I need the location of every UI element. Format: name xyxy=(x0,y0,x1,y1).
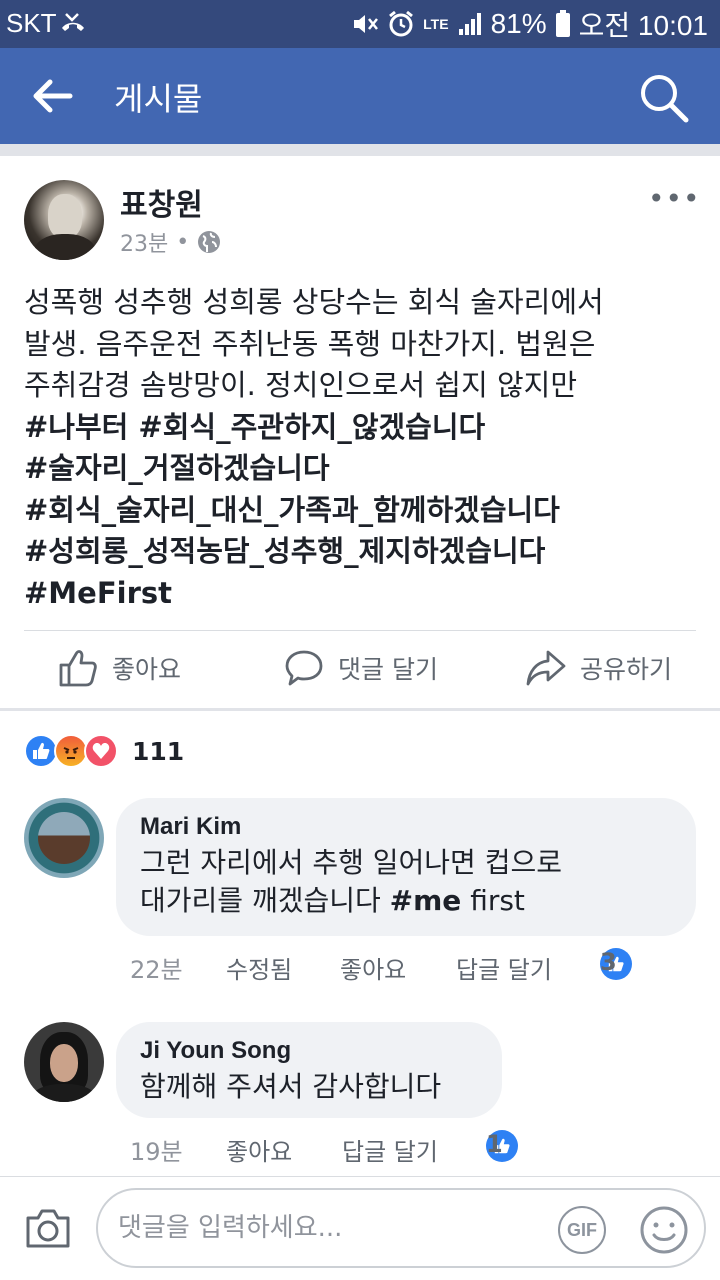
status-icons: LTE 81% 오전 10:01 xyxy=(351,6,708,42)
section-separator xyxy=(0,708,720,711)
thumbs-up-icon xyxy=(59,650,97,687)
comment-text-part: first xyxy=(461,884,525,917)
comment-bubble[interactable]: Mari Kim 그런 자리에서 추행 일어나면 컵으로 대가리를 깨겠습니다 … xyxy=(116,798,696,936)
author-name[interactable]: 표창원 xyxy=(120,180,203,224)
header-separator xyxy=(0,144,720,156)
commenter-name[interactable]: Mari Kim xyxy=(140,810,672,844)
post-meta: 23분 • xyxy=(120,226,221,258)
hashtag-line[interactable]: #술자리_거절하겠습니다 xyxy=(24,448,704,490)
divider xyxy=(24,630,696,631)
share-icon xyxy=(526,650,566,686)
composer-divider xyxy=(0,1176,720,1177)
like-label: 좋아요 xyxy=(112,655,182,684)
comment-composer[interactable]: GIF xyxy=(96,1188,706,1268)
post-text-line: 성폭행 성추행 성희롱 상당수는 회식 술자리에서 xyxy=(24,285,604,319)
reactions-summary[interactable]: 111 xyxy=(24,733,184,769)
comment-text-line: 대가리를 깨겠습니다 #me first xyxy=(140,882,672,920)
comment-text: 그런 자리에서 추행 일어나면 컵으로 xyxy=(140,846,563,879)
comment-actions: 19분 좋아요 답글 달기 1 xyxy=(130,1130,696,1167)
avatar-shoulders xyxy=(34,234,96,260)
comment-button[interactable]: 댓글 달기 xyxy=(284,648,438,688)
hashtag-line[interactable]: #나부터 #회식_주관하지_않겠습니다 xyxy=(24,407,704,449)
hashtag-line[interactable]: #MeFirst xyxy=(24,573,704,615)
comment-like-button[interactable]: 좋아요 xyxy=(226,1132,292,1167)
missed-call-icon xyxy=(62,13,84,31)
author-avatar[interactable] xyxy=(24,180,104,260)
post-time[interactable]: 23분 xyxy=(120,226,168,258)
comment-reply-button[interactable]: 답글 달기 xyxy=(342,1132,438,1167)
avatar-body xyxy=(32,1084,96,1102)
camera-icon[interactable] xyxy=(24,1206,72,1250)
app-bar: 게시물 xyxy=(0,48,720,144)
carrier-label: SKT xyxy=(6,8,57,38)
comment-time[interactable]: 22분 xyxy=(130,950,183,985)
more-options-button[interactable]: ••• xyxy=(648,182,700,215)
arrow-left-icon[interactable] xyxy=(30,76,74,116)
comment-like-button[interactable]: 좋아요 xyxy=(340,950,406,985)
post-text-line: 주취감경 솜방망이. 정치인으로서 쉽지 않지만 xyxy=(24,368,578,402)
comment-text-part: 대가리를 깨겠습니다 xyxy=(140,884,390,917)
status-bar: SKT LTE 81% 오전 10:01 xyxy=(0,0,720,48)
like-reaction-icon xyxy=(24,734,58,768)
alarm-icon xyxy=(389,10,414,37)
comment-reply-button[interactable]: 답글 달기 xyxy=(456,950,552,985)
mute-icon xyxy=(354,15,379,33)
like-count: 3 xyxy=(600,948,617,976)
comment-input[interactable] xyxy=(118,1204,538,1252)
avatar-face xyxy=(48,194,82,238)
comment-time[interactable]: 19분 xyxy=(130,1132,183,1167)
avatar-image xyxy=(38,812,90,864)
commenter-name[interactable]: Ji Youn Song xyxy=(140,1034,478,1068)
clock: 오전 10:01 xyxy=(578,10,708,41)
comment-like-count[interactable]: 1 xyxy=(486,1130,518,1162)
meta-dot: • xyxy=(176,229,190,255)
comment-bubble[interactable]: Ji Youn Song 함께해 주셔서 감사합니다 xyxy=(116,1022,502,1118)
reaction-count: 111 xyxy=(132,736,185,766)
commenter-avatar[interactable] xyxy=(24,798,104,878)
battery-icon xyxy=(555,10,570,37)
comment-actions: 22분 수정됨 좋아요 답글 달기 3 xyxy=(130,948,696,985)
avatar-face xyxy=(50,1044,78,1082)
network-type: LTE xyxy=(423,16,449,32)
signal-icon xyxy=(458,13,481,35)
edited-label[interactable]: 수정됨 xyxy=(226,950,292,985)
hashtag-line[interactable]: #성희롱_성적농담_성추행_제지하겠습니다 xyxy=(24,531,704,573)
page-title: 게시물 xyxy=(114,80,203,118)
commenter-avatar[interactable] xyxy=(24,1022,104,1102)
post-text-line: 발생. 음주운전 주취난동 폭행 마찬가지. 법원은 xyxy=(24,326,596,361)
like-count: 1 xyxy=(486,1130,503,1158)
battery-percent: 81% xyxy=(490,8,547,39)
comment-text: 함께해 주셔서 감사합니다 xyxy=(140,1070,442,1103)
comment-like-count[interactable]: 3 xyxy=(600,948,632,980)
love-reaction-icon xyxy=(84,734,118,768)
like-button[interactable]: 좋아요 xyxy=(58,648,181,688)
angry-reaction-icon xyxy=(54,734,88,768)
comment-hashtag[interactable]: #me xyxy=(390,884,462,917)
search-icon[interactable] xyxy=(638,72,690,124)
globe-icon xyxy=(198,231,221,253)
share-button[interactable]: 공유하기 xyxy=(526,648,672,688)
post-actions: 좋아요 댓글 달기 공유하기 xyxy=(0,640,720,700)
comment-icon xyxy=(285,650,323,686)
post-body: 성폭행 성추행 성희롱 상당수는 회식 술자리에서 발생. 음주운전 주취난동 … xyxy=(24,282,704,614)
gif-button[interactable]: GIF xyxy=(558,1206,606,1254)
emoji-icon[interactable] xyxy=(638,1204,690,1256)
share-label: 공유하기 xyxy=(580,655,673,684)
comment-label: 댓글 달기 xyxy=(338,655,438,684)
hashtag-line[interactable]: #회식_술자리_대신_가족과_함께하겠습니다 xyxy=(24,490,704,532)
